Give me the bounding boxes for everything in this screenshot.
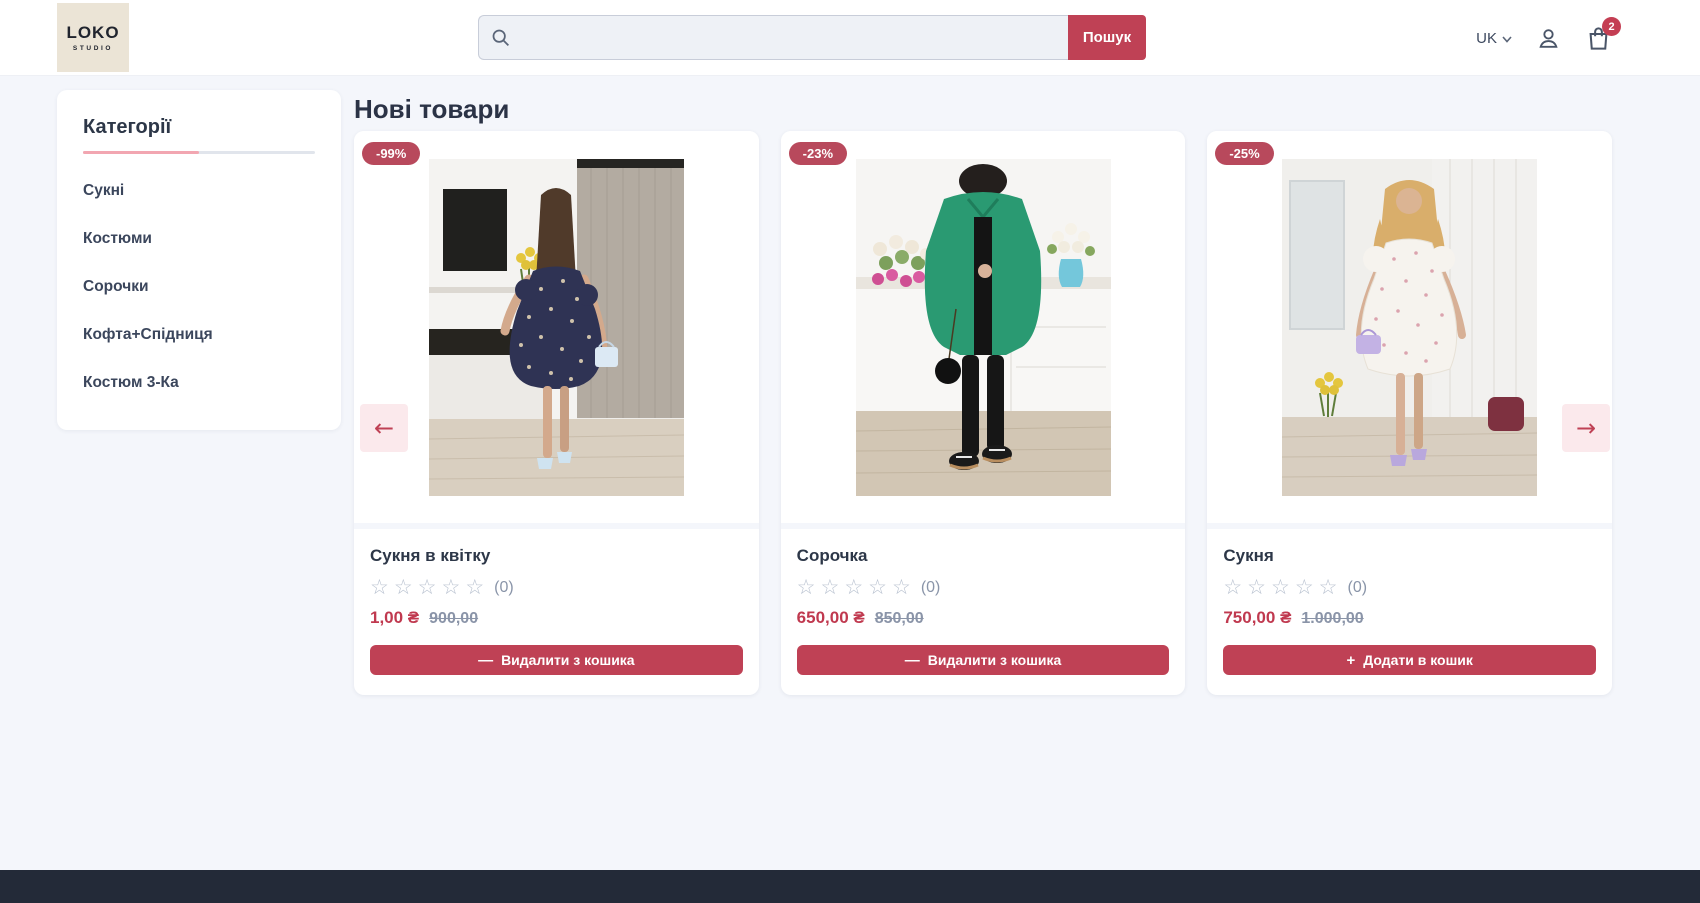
chevron-down-icon — [1502, 36, 1512, 43]
star-icon: ☆ — [1247, 577, 1266, 598]
sidebar-item-suits[interactable]: Костюми — [83, 230, 315, 248]
minus-icon: — — [478, 653, 493, 668]
arrow-left-icon: ← — [374, 414, 394, 442]
product-title[interactable]: Сукня в квітку — [370, 546, 743, 566]
cart-button-label: Видалити з кошика — [928, 652, 1062, 668]
logo-text-secondary: STUDIO — [73, 45, 113, 52]
account-button[interactable] — [1534, 24, 1562, 52]
star-icon: ☆ — [394, 577, 413, 598]
price-row: 1,00 ₴ 900,00 — [370, 608, 743, 628]
remove-from-cart-button[interactable]: — Видалити з кошика — [797, 645, 1170, 675]
star-icon: ☆ — [868, 577, 887, 598]
logo-text-primary: LOKO — [66, 23, 119, 43]
user-icon — [1536, 26, 1561, 51]
rating-count: (0) — [494, 579, 514, 597]
new-products-carousel: -99% — [354, 131, 1612, 695]
sidebar-item-shirts[interactable]: Сорочки — [83, 278, 315, 296]
star-icon: ☆ — [441, 577, 460, 598]
sidebar-divider — [83, 151, 315, 154]
sidebar-item-top-skirt[interactable]: Кофта+Спідниця — [83, 326, 315, 344]
rating-stars: ☆☆☆☆☆ (0) — [797, 577, 1170, 598]
carousel-prev-button[interactable]: ← — [360, 404, 408, 452]
header-actions: UK 2 — [1476, 0, 1612, 76]
product-image[interactable] — [429, 159, 684, 496]
discount-badge: -25% — [1215, 142, 1273, 165]
star-icon: ☆ — [821, 577, 840, 598]
price-row: 650,00 ₴ 850,00 — [797, 608, 1170, 628]
search-input-container — [478, 15, 1068, 60]
star-icon: ☆ — [1319, 577, 1338, 598]
product-media: -23% — [781, 131, 1186, 529]
rating-count: (0) — [921, 579, 941, 597]
rating-stars: ☆☆☆☆☆ (0) — [370, 577, 743, 598]
price-old: 850,00 — [875, 610, 924, 628]
search-icon — [490, 27, 511, 48]
product-cards-row: -99% — [354, 131, 1612, 695]
discount-badge: -23% — [789, 142, 847, 165]
price-current: 750,00 ₴ — [1223, 608, 1291, 628]
product-media: -25% — [1207, 131, 1612, 529]
cart-button[interactable]: 2 — [1584, 24, 1612, 52]
rating-stars: ☆☆☆☆☆ (0) — [1223, 577, 1596, 598]
product-info: Сорочка ☆☆☆☆☆ (0) 650,00 ₴ 850,00 — Вида… — [781, 529, 1186, 695]
header: LOKO STUDIO Пошук UK 2 — [0, 0, 1700, 76]
price-current: 650,00 ₴ — [797, 608, 865, 628]
product-title[interactable]: Сорочка — [797, 546, 1170, 566]
carousel-next-button[interactable]: → — [1562, 404, 1610, 452]
footer — [0, 870, 1700, 903]
cart-count-badge: 2 — [1602, 17, 1621, 36]
page-title: Нові товари — [354, 94, 509, 125]
price-old: 900,00 — [429, 610, 478, 628]
price-old: 1.000,00 — [1301, 610, 1363, 628]
plus-icon: + — [1346, 653, 1355, 668]
sidebar-item-dresses[interactable]: Сукні — [83, 182, 315, 200]
product-image[interactable] — [1282, 159, 1537, 496]
product-title[interactable]: Сукня — [1223, 546, 1596, 566]
remove-from-cart-button[interactable]: — Видалити з кошика — [370, 645, 743, 675]
star-icon: ☆ — [418, 577, 437, 598]
minus-icon: — — [905, 653, 920, 668]
price-row: 750,00 ₴ 1.000,00 — [1223, 608, 1596, 628]
star-icon: ☆ — [1295, 577, 1314, 598]
product-card: -25% — [1207, 131, 1612, 695]
sidebar-divider-accent — [83, 151, 199, 154]
category-list: Сукні Костюми Сорочки Кофта+Спідниця Кос… — [83, 182, 315, 392]
sidebar-item-suit-3pc[interactable]: Костюм 3-Ка — [83, 374, 315, 392]
star-icon: ☆ — [892, 577, 911, 598]
categories-sidebar: Категорії Сукні Костюми Сорочки Кофта+Сп… — [57, 90, 341, 430]
star-icon: ☆ — [797, 577, 816, 598]
product-card: -99% — [354, 131, 759, 695]
search-bar: Пошук — [478, 15, 1146, 60]
star-icon: ☆ — [370, 577, 389, 598]
search-button[interactable]: Пошук — [1068, 15, 1146, 60]
search-input[interactable] — [478, 15, 1068, 60]
product-media: -99% — [354, 131, 759, 529]
language-label: UK — [1476, 30, 1497, 47]
sidebar-title: Категорії — [83, 116, 315, 139]
arrow-right-icon: → — [1576, 414, 1596, 442]
product-info: Сукня ☆☆☆☆☆ (0) 750,00 ₴ 1.000,00 + Дода… — [1207, 529, 1612, 695]
product-info: Сукня в квітку ☆☆☆☆☆ (0) 1,00 ₴ 900,00 —… — [354, 529, 759, 695]
add-to-cart-button[interactable]: + Додати в кошик — [1223, 645, 1596, 675]
price-current: 1,00 ₴ — [370, 608, 419, 628]
logo[interactable]: LOKO STUDIO — [57, 3, 129, 72]
product-card: -23% — [781, 131, 1186, 695]
cart-button-label: Додати в кошик — [1363, 652, 1473, 668]
star-icon: ☆ — [1271, 577, 1290, 598]
star-icon: ☆ — [1223, 577, 1242, 598]
language-selector[interactable]: UK — [1476, 30, 1512, 47]
discount-badge: -99% — [362, 142, 420, 165]
star-icon: ☆ — [844, 577, 863, 598]
rating-count: (0) — [1347, 579, 1367, 597]
cart-button-label: Видалити з кошика — [501, 652, 635, 668]
product-image[interactable] — [856, 159, 1111, 496]
star-icon: ☆ — [465, 577, 484, 598]
